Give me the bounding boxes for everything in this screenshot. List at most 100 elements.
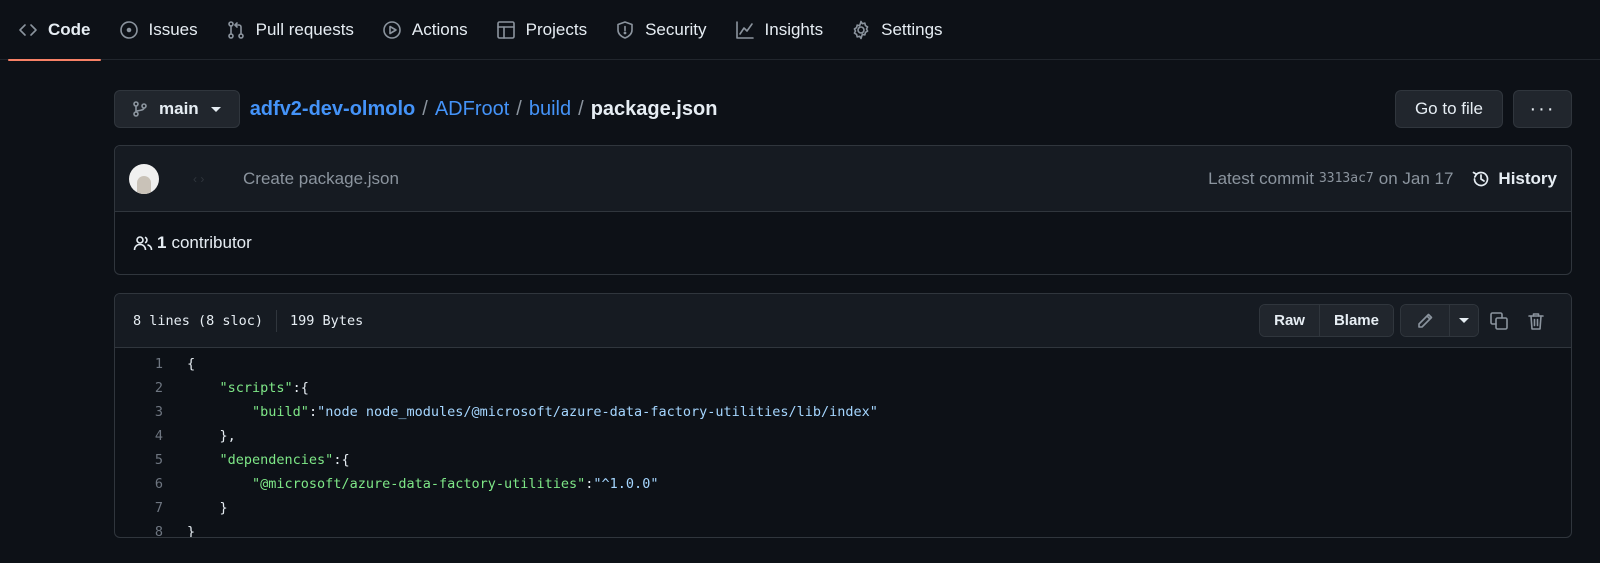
breadcrumb-file-name: package.json: [590, 97, 718, 120]
code-line: 5 "dependencies":{: [115, 448, 1571, 472]
table-icon: [496, 20, 516, 40]
tab-label: Projects: [525, 19, 588, 39]
history-label: History: [1498, 168, 1557, 188]
file-breadcrumb-row: main adfv2-dev-olmolo / ADFroot / build …: [114, 89, 1572, 129]
json-punctuation: :: [308, 404, 318, 420]
delete-button[interactable]: [1519, 304, 1553, 337]
more-options-button[interactable]: ···: [1513, 90, 1572, 128]
json-key: "build": [252, 404, 309, 420]
code-line: 7 }: [115, 496, 1571, 520]
breadcrumb-folder-link[interactable]: build: [529, 98, 571, 121]
copy-icon: [1490, 311, 1508, 330]
json-punctuation: [187, 380, 220, 396]
repo-nav: Code Issues Pull requests Actions Projec…: [0, 0, 1600, 61]
edit-button[interactable]: [1401, 305, 1449, 336]
json-punctuation: },: [187, 428, 236, 444]
json-punctuation: }: [187, 524, 196, 538]
contributors-row[interactable]: 1 contributor: [115, 212, 1571, 274]
json-punctuation: [187, 476, 252, 492]
line-number[interactable]: 1: [115, 356, 163, 372]
commit-sha-link[interactable]: 3313ac7: [1319, 171, 1374, 186]
contributor-count: 1: [157, 233, 167, 252]
breadcrumb-separator: /: [422, 97, 428, 120]
breadcrumb: adfv2-dev-olmolo / ADFroot / build / pac…: [250, 98, 718, 121]
copy-button[interactable]: [1482, 304, 1516, 337]
tab-label: Security: [645, 19, 707, 39]
breadcrumb-actions: Go to file ···: [1394, 90, 1572, 128]
gear-icon: [851, 20, 871, 40]
line-number[interactable]: 3: [115, 404, 163, 420]
json-punctuation: [187, 452, 220, 468]
json-punctuation: {: [187, 356, 196, 372]
issue-icon: [119, 20, 139, 40]
git-branch-icon: [133, 101, 147, 117]
tab-settings[interactable]: Settings: [841, 0, 952, 60]
line-content: "dependencies":{: [163, 452, 350, 468]
line-content: "@microsoft/azure-data-factory-utilities…: [163, 476, 658, 492]
branch-select-button[interactable]: main: [114, 90, 240, 128]
breadcrumb-folder-link[interactable]: ADFroot: [435, 98, 509, 121]
commit-date: on Jan 17: [1378, 168, 1454, 188]
breadcrumb-separator: /: [578, 97, 584, 120]
commit-header: ‹ › Create package.json Latest commit 33…: [115, 146, 1571, 212]
json-string: "node node_modules/@microsoft/azure-data…: [317, 404, 878, 420]
breadcrumb-separator: /: [516, 97, 522, 120]
line-number[interactable]: 7: [115, 500, 163, 516]
line-content: "scripts":{: [163, 380, 309, 396]
json-key: "scripts": [219, 380, 293, 396]
people-icon: [133, 236, 153, 251]
tab-label: Settings: [881, 19, 943, 39]
line-number[interactable]: 6: [115, 476, 163, 492]
line-number[interactable]: 4: [115, 428, 163, 444]
branch-name: main: [159, 99, 199, 118]
line-number[interactable]: 5: [115, 452, 163, 468]
graph-icon: [735, 20, 755, 40]
line-number[interactable]: 2: [115, 380, 163, 396]
commit-author[interactable]: ‹ ›: [193, 172, 233, 186]
tab-pull-requests[interactable]: Pull requests: [216, 0, 364, 60]
file-viewer: 8 lines (8 sloc) 199 Bytes Raw Blame 1 {…: [114, 293, 1572, 538]
commit-meta: Latest commit 3313ac7 on Jan 17 History: [1208, 169, 1557, 189]
tab-label: Code: [48, 19, 91, 39]
tab-projects[interactable]: Projects: [486, 0, 597, 60]
blame-button[interactable]: Blame: [1318, 305, 1393, 336]
code-line: 1{: [115, 352, 1571, 376]
tab-security[interactable]: Security: [605, 0, 716, 60]
go-to-file-button[interactable]: Go to file: [1394, 90, 1503, 128]
raw-blame-group: Raw Blame: [1259, 304, 1394, 337]
history-icon: [1473, 171, 1489, 186]
edit-group: [1400, 304, 1479, 337]
edit-dropdown-button[interactable]: [1449, 305, 1478, 336]
commit-message[interactable]: Create package.json: [243, 169, 399, 189]
raw-button[interactable]: Raw: [1260, 305, 1319, 336]
tab-issues[interactable]: Issues: [109, 0, 208, 60]
tab-label: Pull requests: [255, 19, 354, 39]
pencil-icon: [1418, 313, 1433, 328]
trash-icon: [1528, 312, 1544, 330]
breadcrumb-repo-link[interactable]: adfv2-dev-olmolo: [250, 98, 416, 121]
json-string: "^1.0.0": [593, 476, 659, 492]
json-punctuation: [187, 404, 252, 420]
code-line: 4 },: [115, 424, 1571, 448]
tab-insights[interactable]: Insights: [725, 0, 834, 60]
latest-commit-box: ‹ › Create package.json Latest commit 33…: [114, 145, 1572, 275]
chevron-down-icon: [210, 106, 221, 112]
line-content: {: [163, 356, 195, 372]
line-content: "build":"node node_modules/@microsoft/az…: [163, 404, 878, 420]
json-punctuation: :{: [333, 452, 350, 468]
history-button[interactable]: History: [1471, 169, 1557, 189]
code-line: 2 "scripts":{: [115, 376, 1571, 400]
file-lines-info: 8 lines (8 sloc): [133, 312, 264, 329]
line-number[interactable]: 8: [115, 524, 163, 537]
line-content: },: [163, 428, 236, 444]
json-punctuation: :{: [292, 380, 309, 396]
tab-actions[interactable]: Actions: [372, 0, 478, 60]
avatar[interactable]: [129, 163, 159, 194]
tab-code[interactable]: Code: [8, 0, 101, 61]
shield-icon: [615, 20, 635, 40]
code-line: 3 "build":"node node_modules/@microsoft/…: [115, 400, 1571, 424]
json-key: "dependencies": [219, 452, 334, 468]
code-view: 1{2 "scripts":{3 "build":"node node_modu…: [115, 348, 1571, 538]
play-icon: [382, 20, 402, 40]
json-key: "@microsoft/azure-data-factory-utilities…: [252, 476, 586, 492]
